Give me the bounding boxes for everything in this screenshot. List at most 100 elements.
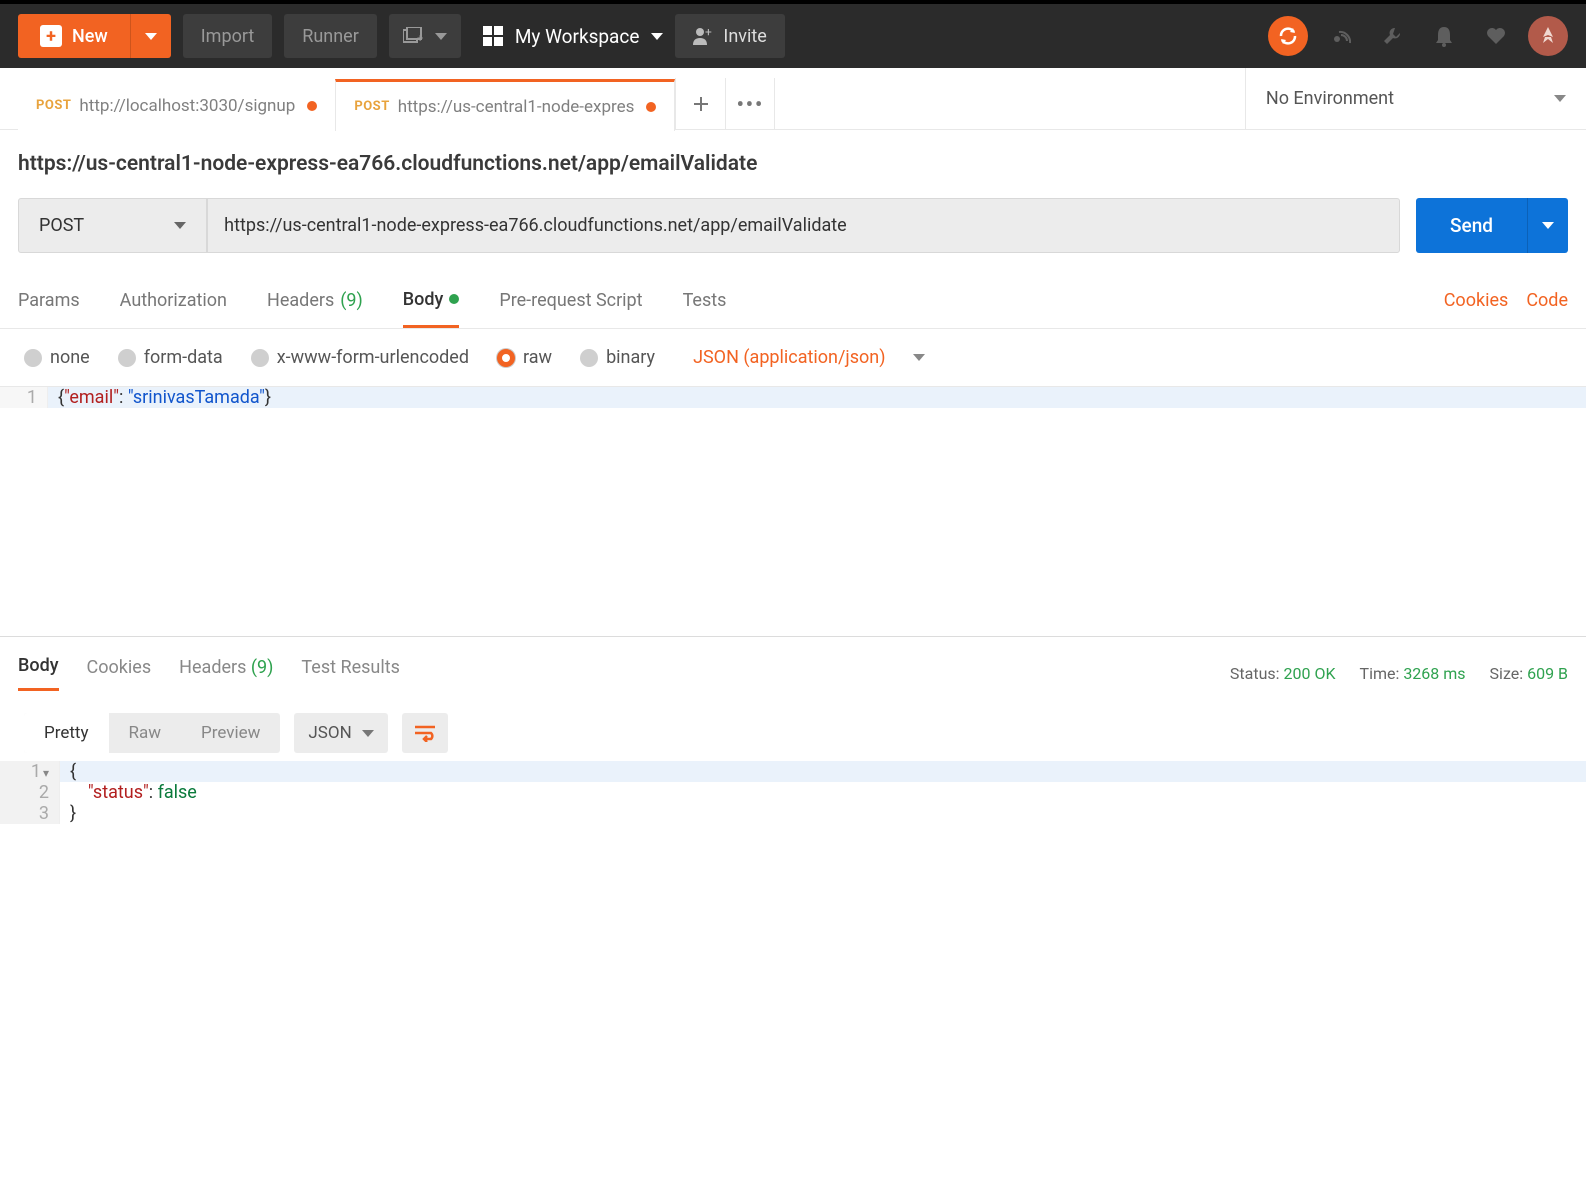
caret-down-icon: [1542, 222, 1554, 229]
bell-icon[interactable]: [1424, 16, 1464, 56]
request-body-editor[interactable]: 1 {"email": "srinivasTamada"}: [0, 386, 1586, 626]
wrench-icon[interactable]: [1372, 16, 1412, 56]
url-row: POST Send: [0, 198, 1586, 273]
top-toolbar: + New Import Runner + My Workspace + Inv…: [0, 0, 1586, 68]
new-button-label: New: [72, 26, 108, 47]
method-value: POST: [39, 215, 84, 236]
user-avatar[interactable]: [1528, 16, 1568, 56]
request-subtabs: Params Authorization Headers (9) Body Pr…: [0, 273, 1586, 329]
view-preview[interactable]: Preview: [181, 713, 280, 753]
tab-tests[interactable]: Tests: [683, 273, 727, 328]
add-tab-button[interactable]: [675, 78, 725, 130]
environment-label: No Environment: [1266, 88, 1394, 109]
response-tab-cookies[interactable]: Cookies: [87, 657, 152, 690]
new-button[interactable]: + New: [18, 14, 130, 58]
unsaved-indicator: [646, 102, 656, 112]
method-badge: POST: [36, 98, 71, 113]
response-tab-testresults[interactable]: Test Results: [301, 657, 399, 690]
tab-headers[interactable]: Headers (9): [267, 273, 363, 328]
radio-icon: [24, 349, 42, 367]
plus-icon: +: [40, 25, 62, 47]
workspace-selector[interactable]: My Workspace: [483, 25, 664, 48]
caret-down-icon: [145, 33, 157, 40]
request-tabs: POST http://localhost:3030/signup POST h…: [0, 68, 1586, 130]
rocket-icon: [1537, 25, 1559, 47]
sync-button[interactable]: [1268, 16, 1308, 56]
ellipsis-icon: •••: [737, 92, 765, 116]
request-name[interactable]: https://us-central1-node-express-ea766.c…: [0, 130, 1586, 198]
plus-icon: [693, 96, 709, 112]
satellite-icon[interactable]: [1320, 16, 1360, 56]
runner-button[interactable]: Runner: [284, 14, 377, 58]
tab-title: https://us-central1-node-expres: [398, 97, 635, 117]
caret-down-icon: [174, 222, 186, 229]
body-type-raw[interactable]: raw: [497, 347, 552, 368]
code-line-content: }: [60, 803, 1586, 824]
svg-text:+: +: [705, 27, 712, 39]
body-type-formdata[interactable]: form-data: [118, 347, 223, 368]
send-button[interactable]: Send: [1416, 198, 1527, 253]
new-button-dropdown[interactable]: [130, 14, 171, 58]
content-type-select[interactable]: JSON (application/json): [693, 347, 885, 368]
tab-title: http://localhost:3030/signup: [79, 96, 295, 116]
body-type-none[interactable]: none: [24, 347, 90, 368]
body-indicator: [449, 294, 459, 304]
radio-icon: [118, 349, 136, 367]
status-label: Status: 200 OK: [1230, 664, 1336, 683]
subtabs-right: Cookies Code: [1444, 290, 1568, 311]
tab-options-button[interactable]: •••: [725, 78, 775, 130]
body-type-binary[interactable]: binary: [580, 347, 655, 368]
request-tab[interactable]: POST https://us-central1-node-expres: [335, 79, 675, 131]
wrap-toggle[interactable]: [402, 713, 448, 753]
body-type-row: none form-data x-www-form-urlencoded raw…: [0, 329, 1586, 386]
wrap-icon: [413, 724, 437, 742]
response-tab-headers[interactable]: Headers (9): [179, 657, 273, 690]
tab-params[interactable]: Params: [18, 273, 80, 328]
method-select[interactable]: POST: [18, 198, 207, 253]
fold-icon[interactable]: ▾: [43, 766, 49, 780]
heart-icon[interactable]: [1476, 16, 1516, 56]
line-number: 2: [0, 782, 60, 803]
tab-authorization[interactable]: Authorization: [120, 273, 227, 328]
new-button-group: + New: [18, 14, 171, 58]
code-line-content: {: [60, 761, 1586, 782]
svg-text:+: +: [417, 32, 423, 45]
import-button[interactable]: Import: [183, 14, 272, 58]
code-line-content: {"email": "srinivasTamada"}: [48, 387, 1586, 408]
url-input[interactable]: [207, 198, 1400, 253]
code-link[interactable]: Code: [1526, 290, 1568, 311]
method-badge: POST: [354, 99, 389, 114]
line-number: 3: [0, 803, 60, 824]
time-label: Time: 3268 ms: [1360, 664, 1466, 683]
sync-icon: [1277, 25, 1299, 47]
caret-down-icon: [1554, 95, 1566, 102]
send-dropdown[interactable]: [1527, 198, 1568, 253]
person-plus-icon: +: [693, 27, 713, 45]
view-mode-group: Pretty Raw Preview: [24, 713, 280, 753]
radio-icon: [497, 349, 515, 367]
workspace-label: My Workspace: [515, 25, 640, 48]
format-select[interactable]: JSON: [294, 713, 387, 753]
tab-prerequest[interactable]: Pre-request Script: [499, 273, 642, 328]
request-tab[interactable]: POST http://localhost:3030/signup: [18, 79, 335, 131]
caret-down-icon: [913, 354, 925, 361]
unsaved-indicator: [307, 101, 317, 111]
invite-button[interactable]: + Invite: [675, 14, 784, 58]
response-tab-body[interactable]: Body: [18, 655, 59, 691]
new-window-button[interactable]: +: [389, 14, 461, 58]
line-number: 1▾: [0, 761, 60, 782]
body-type-urlencoded[interactable]: x-www-form-urlencoded: [251, 347, 469, 368]
cookies-link[interactable]: Cookies: [1444, 290, 1509, 311]
view-raw[interactable]: Raw: [109, 713, 182, 753]
line-number: 1: [0, 387, 48, 408]
caret-down-icon: [435, 33, 447, 40]
response-tabs: Body Cookies Headers (9) Test Results St…: [0, 637, 1586, 699]
response-body-viewer[interactable]: 1▾ { 2 "status": false 3 }: [0, 761, 1586, 824]
caret-down-icon: [651, 33, 663, 40]
radio-icon: [580, 349, 598, 367]
view-pretty[interactable]: Pretty: [24, 713, 109, 753]
window-plus-icon: +: [403, 27, 425, 45]
tab-body[interactable]: Body: [403, 273, 460, 328]
environment-selector[interactable]: No Environment: [1245, 68, 1586, 129]
response-meta: Status: 200 OK Time: 3268 ms Size: 609 B: [1230, 664, 1568, 683]
